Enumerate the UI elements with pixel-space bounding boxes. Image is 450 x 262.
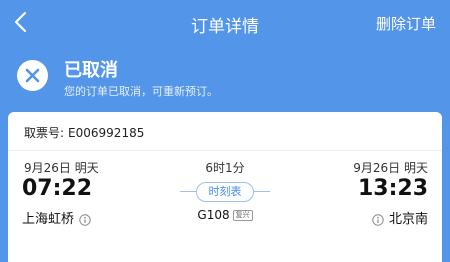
ticket-number-label: 取票号: bbox=[24, 126, 65, 140]
order-status-banner: 已取消 您的订单已取消，可重新预订。 bbox=[0, 48, 450, 104]
train-number: G108 bbox=[197, 208, 230, 222]
status-subtitle: 您的订单已取消，可重新预订。 bbox=[64, 85, 218, 98]
ticket-number-value: E006992185 bbox=[68, 126, 145, 140]
connector-line-right bbox=[254, 191, 270, 192]
connector-line-left bbox=[180, 191, 196, 192]
arrival-date: 9月26日 明天 bbox=[353, 161, 428, 175]
info-icon[interactable] bbox=[372, 213, 384, 226]
arrival-station[interactable]: 北京南 bbox=[372, 208, 428, 227]
schedule-control: 时刻表 bbox=[180, 182, 270, 202]
close-circle-icon bbox=[17, 60, 48, 91]
trip-card: 取票号: E006992185 9月26日 明天 07:22 上海虹桥 6时1分 … bbox=[8, 112, 442, 262]
arrival-time: 13:23 bbox=[357, 176, 428, 201]
top-nav-bar: 订单详情 删除订单 bbox=[0, 0, 450, 44]
fuxing-badge: 复兴 bbox=[232, 210, 253, 221]
departure-time: 07:22 bbox=[22, 176, 93, 201]
status-title: 已取消 bbox=[64, 60, 118, 81]
divider bbox=[8, 150, 442, 151]
delete-order-button[interactable]: 删除订单 bbox=[376, 13, 436, 34]
schedule-button[interactable]: 时刻表 bbox=[196, 182, 254, 202]
arrival-station-name: 北京南 bbox=[388, 212, 428, 227]
ticket-number-row: 取票号: E006992185 bbox=[24, 124, 144, 141]
